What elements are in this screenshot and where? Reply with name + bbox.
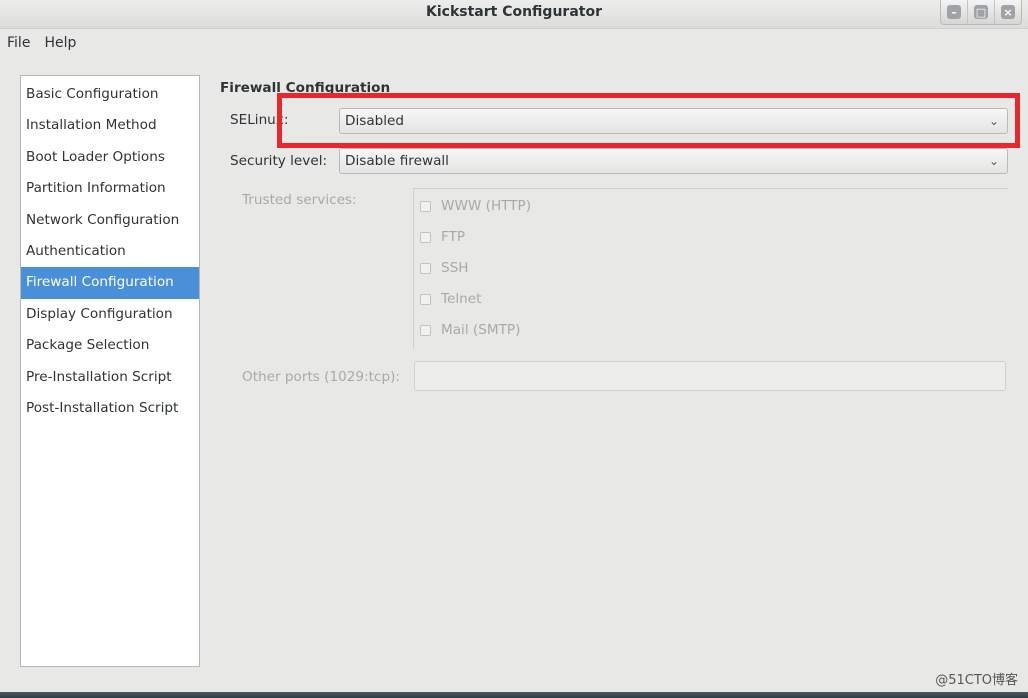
service-mail[interactable]: Mail (SMTP) <box>420 322 520 338</box>
service-label: Telnet <box>441 291 482 307</box>
other-ports-label: Other ports (1029:tcp): <box>242 369 400 385</box>
firewall-panel: Firewall Configuration SELinux: Disabled… <box>220 78 1010 678</box>
sidebar-item-basic-configuration[interactable]: Basic Configuration <box>21 79 199 110</box>
trusted-services-list: WWW (HTTP) FTP SSH Telnet Mail (SMTP) <box>413 188 1008 349</box>
taskbar-strip <box>0 692 1028 698</box>
chevron-down-icon: ⌄ <box>988 114 999 128</box>
minimize-button[interactable]: – <box>941 0 967 24</box>
maximize-button[interactable]: □ <box>967 0 994 24</box>
selinux-dropdown[interactable]: Disabled ⌄ <box>339 108 1008 134</box>
window-controls: – □ × <box>940 0 1022 25</box>
sidebar-item-network-configuration[interactable]: Network Configuration <box>21 205 199 236</box>
sidebar-item-partition-information[interactable]: Partition Information <box>21 173 199 204</box>
selinux-value: Disabled <box>345 113 405 129</box>
checkbox-mail[interactable] <box>420 324 431 336</box>
watermark: @51CTO博客 <box>935 673 1018 688</box>
service-ssh[interactable]: SSH <box>420 260 468 276</box>
other-ports-input[interactable] <box>414 361 1006 391</box>
sidebar-list: Basic Configuration Installation Method … <box>21 76 199 424</box>
sidebar-item-authentication[interactable]: Authentication <box>21 236 199 267</box>
minimize-icon: – <box>947 5 961 19</box>
checkbox-ftp[interactable] <box>420 231 431 243</box>
sidebar-item-firewall-configuration[interactable]: Firewall Configuration <box>21 267 199 299</box>
service-ftp[interactable]: FTP <box>420 229 465 245</box>
sidebar: Basic Configuration Installation Method … <box>20 75 200 667</box>
close-button[interactable]: × <box>994 0 1021 24</box>
security-level-dropdown[interactable]: Disable firewall ⌄ <box>339 148 1008 174</box>
sidebar-item-post-installation-script[interactable]: Post-Installation Script <box>21 393 199 424</box>
title-bar: Kickstart Configurator – □ × <box>0 0 1028 29</box>
trusted-services-label: Trusted services: <box>242 192 357 208</box>
sidebar-item-pre-installation-script[interactable]: Pre-Installation Script <box>21 362 199 393</box>
menu-bar: File Help <box>0 29 1028 57</box>
service-label: WWW (HTTP) <box>441 198 532 214</box>
checkbox-www[interactable] <box>420 200 431 212</box>
section-title: Firewall Configuration <box>220 80 391 96</box>
service-telnet[interactable]: Telnet <box>420 291 481 307</box>
sidebar-item-package-selection[interactable]: Package Selection <box>21 330 199 361</box>
service-label: Mail (SMTP) <box>441 322 521 338</box>
checkbox-ssh[interactable] <box>420 262 431 274</box>
service-label: SSH <box>441 260 469 276</box>
sidebar-item-display-configuration[interactable]: Display Configuration <box>21 299 199 330</box>
maximize-icon: □ <box>974 5 988 19</box>
menu-file[interactable]: File <box>0 35 37 51</box>
service-label: FTP <box>441 229 466 245</box>
chevron-down-icon: ⌄ <box>988 154 999 168</box>
sidebar-item-boot-loader-options[interactable]: Boot Loader Options <box>21 142 199 173</box>
checkbox-telnet[interactable] <box>420 293 431 305</box>
window-title: Kickstart Configurator <box>426 4 602 20</box>
sidebar-item-installation-method[interactable]: Installation Method <box>21 110 199 141</box>
security-level-value: Disable firewall <box>345 153 449 169</box>
service-www[interactable]: WWW (HTTP) <box>420 198 531 214</box>
close-icon: × <box>1001 5 1015 19</box>
selinux-label: SELinux: <box>230 112 289 128</box>
security-level-label: Security level: <box>230 153 328 169</box>
menu-help[interactable]: Help <box>37 35 83 51</box>
